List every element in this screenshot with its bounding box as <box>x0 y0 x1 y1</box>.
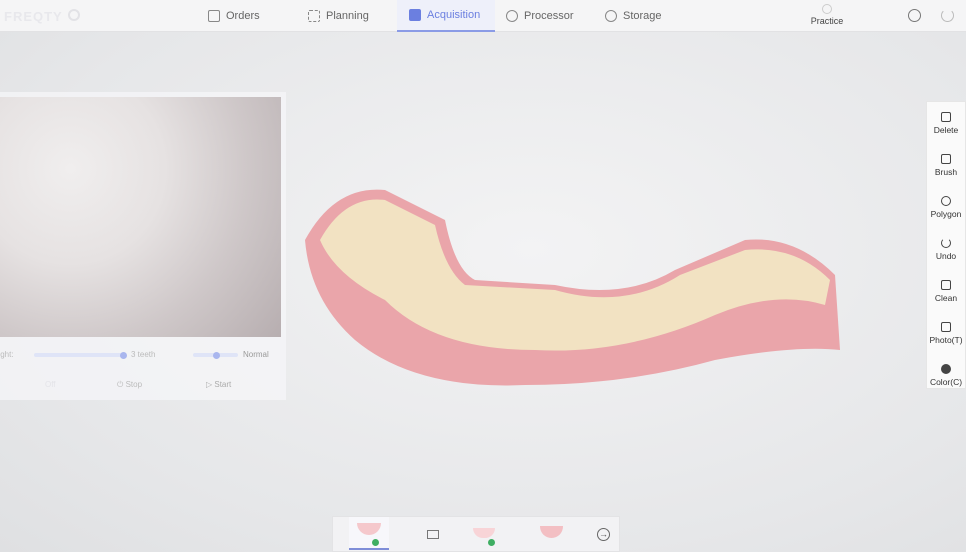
camera-preview-panel: Light: 3 teeth Normal Off ⏻ Stop ▷ Start <box>0 92 286 400</box>
tab-label: Planning <box>326 10 369 22</box>
storage-icon <box>605 10 617 22</box>
delete-button[interactable]: Delete <box>927 102 965 144</box>
speed-slider[interactable] <box>193 351 238 359</box>
check-icon <box>372 539 379 546</box>
next-arrow-icon[interactable]: → <box>597 528 610 541</box>
camera-view <box>0 97 281 337</box>
speed-value: Normal <box>243 350 269 359</box>
tool-label: Polygon <box>930 208 962 219</box>
slider-knob[interactable] <box>120 351 127 359</box>
orders-icon <box>208 10 220 22</box>
tool-label: Color(C) <box>929 376 963 387</box>
tab-acquisition[interactable]: Acquisition <box>397 0 495 32</box>
teeth-slider[interactable] <box>34 351 127 359</box>
tool-label: Brush <box>934 166 958 177</box>
upper-jaw-button[interactable] <box>349 517 389 550</box>
practice-label: Practice <box>810 16 844 26</box>
tab-label: Orders <box>226 10 260 22</box>
bite-icon[interactable] <box>540 526 563 538</box>
planning-icon <box>308 10 320 22</box>
practice-button[interactable]: Practice <box>808 4 846 26</box>
clean-icon <box>941 279 951 290</box>
tab-processor[interactable]: Processor <box>506 0 574 32</box>
undo-icon <box>941 237 951 248</box>
tab-label: Storage <box>623 10 662 22</box>
dental-scan-model[interactable] <box>295 180 845 395</box>
logo: FREQTY <box>4 9 63 24</box>
practice-icon <box>822 4 832 14</box>
polygon-button[interactable]: Polygon <box>927 186 965 228</box>
processor-icon <box>506 10 518 22</box>
color-button[interactable]: Color(C) <box>927 354 965 396</box>
settings-icon[interactable] <box>68 9 80 21</box>
swap-icon[interactable] <box>427 530 439 539</box>
lower-jaw-button[interactable] <box>471 517 511 550</box>
start-button[interactable]: ▷ Start <box>206 380 231 389</box>
edit-toolbar: Delete Brush Polygon Undo Clean Photo(T)… <box>926 101 966 389</box>
tool-label: Delete <box>933 124 959 135</box>
tab-label: Processor <box>524 10 574 22</box>
lower-jaw-icon <box>473 528 495 538</box>
off-button[interactable]: Off <box>45 380 56 389</box>
tab-storage[interactable]: Storage <box>605 0 662 32</box>
polygon-icon <box>941 195 951 206</box>
clean-button[interactable]: Clean <box>927 270 965 312</box>
teeth-value: 3 teeth <box>131 350 156 359</box>
stop-label: Stop <box>125 380 143 389</box>
color-icon <box>941 363 951 374</box>
tool-label: Clean <box>934 292 958 303</box>
top-bar: FREQTY Orders Planning Acquisition Proce… <box>0 0 966 32</box>
acquisition-icon <box>409 9 421 21</box>
check-icon <box>488 539 495 546</box>
minimize-icon[interactable] <box>908 9 921 22</box>
stop-button[interactable]: ⏻ Stop <box>117 380 142 390</box>
tool-label: Photo(T) <box>929 334 963 345</box>
tab-orders[interactable]: Orders <box>208 0 260 32</box>
save-icon <box>941 321 951 332</box>
tab-planning[interactable]: Planning <box>308 0 369 32</box>
undo-button[interactable]: Undo <box>927 228 965 270</box>
start-label: Start <box>214 380 232 389</box>
slider-knob[interactable] <box>213 351 220 359</box>
photo-button[interactable]: Photo(T) <box>927 312 965 354</box>
brush-button[interactable]: Brush <box>927 144 965 186</box>
light-label: Light: <box>0 350 14 359</box>
power-icon[interactable] <box>941 9 954 22</box>
upper-jaw-icon <box>357 523 381 535</box>
trash-icon <box>941 111 951 122</box>
jaw-selector-bar: → <box>332 516 620 552</box>
brush-icon <box>941 153 951 164</box>
tool-label: Undo <box>935 250 957 261</box>
tab-label: Acquisition <box>427 9 481 21</box>
